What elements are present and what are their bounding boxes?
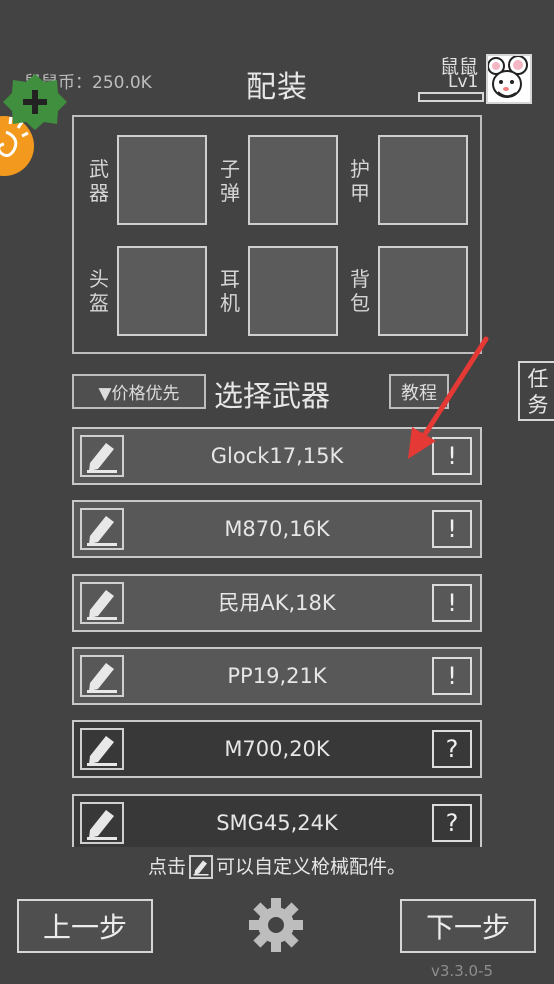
- slot-label-ammo: 子弹: [220, 157, 240, 205]
- weapon-row[interactable]: 民用AK,18K !: [72, 574, 482, 632]
- slot-label-helmet: 头盔: [89, 267, 109, 315]
- weapon-info-button[interactable]: ?: [432, 730, 472, 768]
- sort-price-button[interactable]: ▼价格优先: [72, 374, 206, 409]
- version-label: v3.3.0-5: [431, 962, 493, 980]
- weapon-name: Glock17,15K: [210, 444, 344, 468]
- slot-armor[interactable]: [378, 135, 468, 225]
- edit-pencil-icon: [87, 736, 117, 766]
- slot-label-headset: 耳机: [220, 267, 240, 315]
- slot-weapon[interactable]: [117, 135, 207, 225]
- edit-pencil-icon: [87, 590, 117, 620]
- edit-weapon-button[interactable]: [80, 655, 124, 697]
- edit-pencil-icon: [87, 810, 117, 840]
- level-progress-bar: [418, 92, 484, 102]
- slot-label-backpack: 背包: [350, 267, 370, 315]
- hint-text-after: 可以自定义枪械配件。: [216, 856, 407, 878]
- settings-button[interactable]: [248, 896, 304, 954]
- edit-weapon-button[interactable]: [80, 508, 124, 550]
- edit-pencil-icon: [87, 516, 117, 546]
- weapon-info-button[interactable]: !: [432, 657, 472, 695]
- weapon-name: SMG45,24K: [216, 811, 338, 835]
- weapon-row[interactable]: M870,16K !: [72, 500, 482, 558]
- weapon-name: 民用AK,18K: [218, 591, 336, 615]
- customize-hint: 点击 可以自定义枪械配件。: [0, 852, 554, 879]
- weapon-name: PP19,21K: [227, 664, 327, 688]
- edit-pencil-icon: [87, 663, 117, 693]
- next-step-button[interactable]: 下一步: [400, 899, 536, 953]
- player-level: Lv1: [448, 72, 479, 92]
- weapon-row[interactable]: SMG45,24K ?: [72, 794, 482, 847]
- plus-icon: [3, 74, 67, 130]
- slot-ammo[interactable]: [248, 135, 338, 225]
- page-title: 配装: [246, 70, 308, 105]
- select-weapon-title: 选择武器: [214, 379, 331, 413]
- hint-text-before: 点击: [147, 856, 186, 878]
- slot-backpack[interactable]: [378, 246, 468, 336]
- loadout-panel: 武器 子弹 护甲 头盔 耳机 背包: [72, 115, 482, 354]
- gear-icon: [249, 898, 303, 952]
- prev-step-button[interactable]: 上一步: [17, 899, 153, 953]
- edit-pencil-icon: [87, 443, 117, 473]
- slot-helmet[interactable]: [117, 246, 207, 336]
- tutorial-arrow: [408, 336, 489, 459]
- edit-weapon-button[interactable]: [80, 728, 124, 770]
- avatar[interactable]: [486, 54, 532, 104]
- task-label-line1: 任: [527, 367, 549, 391]
- weapon-list[interactable]: Glock17,15K ! M870,16K ! 民用AK,18K ! PP19…: [72, 427, 484, 847]
- task-label-line2: 务: [527, 393, 549, 417]
- weapon-row[interactable]: M700,20K ?: [72, 720, 482, 778]
- slot-label-armor: 护甲: [350, 157, 370, 205]
- slot-headset[interactable]: [248, 246, 338, 336]
- slot-label-weapon: 武器: [89, 157, 109, 205]
- add-currency-button[interactable]: [2, 72, 68, 132]
- weapon-info-button[interactable]: !: [432, 584, 472, 622]
- edit-weapon-button[interactable]: [80, 582, 124, 624]
- edit-pencil-icon: [189, 855, 213, 879]
- weapon-info-button[interactable]: !: [432, 510, 472, 548]
- task-button[interactable]: 任 务: [518, 361, 554, 421]
- mouse-avatar-icon: [488, 56, 528, 98]
- weapon-name: M700,20K: [224, 737, 330, 761]
- weapon-name: M870,16K: [224, 517, 330, 541]
- weapon-info-button[interactable]: ?: [432, 804, 472, 842]
- edit-weapon-button[interactable]: [80, 435, 124, 477]
- weapon-row[interactable]: PP19,21K !: [72, 647, 482, 705]
- edit-weapon-button[interactable]: [80, 802, 124, 844]
